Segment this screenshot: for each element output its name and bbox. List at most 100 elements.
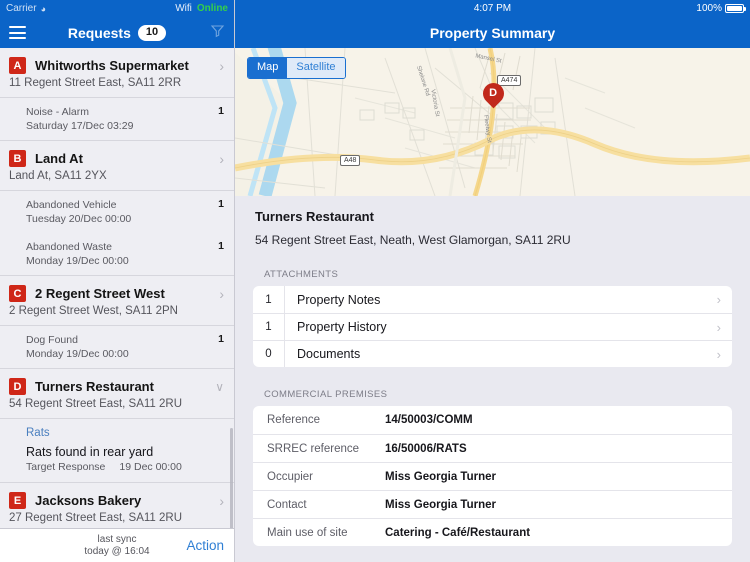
chevron-right-icon[interactable]: ›	[219, 286, 226, 302]
table-row: Occupier Miss Georgia Turner	[253, 462, 732, 490]
wifi-label: Wifi	[175, 3, 192, 14]
marker-letter-badge: E	[9, 492, 26, 509]
property-name: Turners Restaurant	[35, 379, 154, 394]
case-count: 1	[218, 198, 224, 210]
battery-percent: 100%	[696, 3, 722, 14]
clock: 4:07 PM	[473, 3, 512, 14]
list-scrollbar[interactable]	[230, 428, 233, 528]
wifi-icon: ◕	[40, 3, 46, 14]
property-address: 27 Regent Street East, SA11 2RU	[9, 512, 183, 524]
marker-letter-badge: C	[9, 285, 26, 302]
list-item[interactable]: A Whitworths Supermarket › 11 Regent Str…	[0, 48, 234, 140]
app-root: Carrier ◕ Wifi Online Requests 10 A Whit…	[0, 0, 750, 562]
marker-letter-badge: D	[9, 378, 26, 395]
field-key: Occupier	[267, 470, 314, 483]
table-row: Contact Miss Georgia Turner	[253, 490, 732, 518]
attachment-label: Property History	[297, 320, 387, 334]
property-name: Whitworths Supermarket	[35, 58, 189, 73]
chevron-right-icon[interactable]: ›	[219, 493, 226, 509]
property-header[interactable]: E Jacksons Bakery ›	[0, 483, 234, 511]
list-item-selected[interactable]: D Turners Restaurant ∨ 54 Regent Street …	[0, 369, 234, 482]
case-row[interactable]: Abandoned Waste Monday 19/Dec 00:00 1	[0, 233, 234, 275]
case-type: Noise - Alarm	[26, 106, 90, 118]
property-address: 11 Regent Street East, SA11 2RR	[9, 77, 182, 89]
attachment-row-property-history[interactable]: 1 Property History ›	[253, 313, 732, 340]
case-count: 1	[218, 240, 224, 252]
battery-indicator: 100%	[696, 3, 746, 14]
segment-map[interactable]: Map	[248, 58, 288, 78]
property-header[interactable]: A Whitworths Supermarket ›	[0, 48, 234, 76]
commercial-premises-section-label: COMMERCIAL PREMISES	[264, 389, 388, 400]
hamburger-icon[interactable]	[9, 26, 26, 39]
field-key: SRREC reference	[267, 442, 360, 455]
requests-sidebar: Carrier ◕ Wifi Online Requests 10 A Whit…	[0, 0, 235, 562]
case-category-link[interactable]: Rats	[0, 419, 234, 443]
attachments-card: 1 Property Notes › 1 Property History › …	[253, 286, 732, 367]
property-name: 2 Regent Street West	[35, 286, 165, 301]
property-address: 2 Regent Street West, SA11 2PN	[9, 305, 178, 317]
case-type: Abandoned Waste	[26, 241, 113, 253]
property-address: 54 Regent Street East, SA11 2RU	[9, 398, 183, 410]
map-type-segmented-control[interactable]: Map Satellite	[247, 57, 346, 79]
field-key: Reference	[267, 414, 321, 426]
field-value: 16/50006/RATS	[385, 442, 467, 455]
list-item[interactable]: E Jacksons Bakery › 27 Regent Street Eas…	[0, 483, 234, 528]
property-header[interactable]: D Turners Restaurant ∨	[0, 369, 234, 397]
connection-status: Online	[196, 3, 228, 14]
table-row: SRREC reference 16/50006/RATS	[253, 434, 732, 462]
list-item[interactable]: B Land At › Land At, SA11 2YX Abandoned …	[0, 141, 234, 275]
field-value: Miss Georgia Turner	[385, 470, 496, 483]
sidebar-title-group: Requests 10	[0, 24, 234, 41]
segment-satellite[interactable]: Satellite	[287, 58, 345, 78]
property-header[interactable]: C 2 Regent Street West ›	[0, 276, 234, 304]
requests-count-badge: 10	[137, 24, 167, 41]
case-count: 1	[218, 105, 224, 117]
attachment-count: 0	[265, 348, 272, 360]
page-title: Property Summary	[429, 24, 556, 41]
case-date: Saturday 17/Dec 03:29	[26, 120, 134, 132]
chevron-down-icon[interactable]: ∨	[215, 380, 226, 394]
list-item[interactable]: C 2 Regent Street West › 2 Regent Street…	[0, 276, 234, 368]
map-marker-letter: D	[489, 87, 498, 100]
field-value: 14/50003/COMM	[385, 414, 473, 426]
road-shield-a48: A48	[340, 155, 361, 166]
case-type: Abandoned Vehicle	[26, 199, 117, 211]
table-row: Reference 14/50003/COMM	[253, 406, 732, 434]
case-target-response: Target Response 19 Dec 00:00	[0, 460, 234, 482]
case-row[interactable]: Dog Found Monday 19/Dec 00:00 1	[0, 326, 234, 368]
chevron-right-icon[interactable]: ›	[717, 292, 732, 307]
case-date: Monday 19/Dec 00:00	[26, 255, 129, 267]
property-header[interactable]: B Land At ›	[0, 141, 234, 169]
attachment-label: Property Notes	[297, 292, 381, 307]
chevron-right-icon[interactable]: ›	[219, 58, 226, 74]
case-row[interactable]: Noise - Alarm Saturday 17/Dec 03:29 1	[0, 98, 234, 140]
marker-letter-badge: B	[9, 150, 26, 167]
sidebar-title: Requests	[67, 24, 131, 41]
table-row: Main use of site Catering - Café/Restaur…	[253, 518, 732, 546]
property-address: Land At, SA11 2YX	[9, 170, 107, 182]
status-bar-right: 4:07 PM 100%	[235, 0, 750, 17]
field-value: Miss Georgia Turner	[385, 498, 496, 511]
attachment-count: 1	[265, 293, 272, 306]
target-response-date: 19 Dec 00:00	[119, 461, 182, 473]
detail-property-address: 54 Regent Street East, Neath, West Glamo…	[255, 233, 571, 247]
chevron-right-icon[interactable]: ›	[219, 151, 226, 167]
chevron-right-icon[interactable]: ›	[717, 347, 732, 362]
carrier-label: Carrier	[6, 3, 37, 14]
sidebar-navbar: Requests 10	[0, 17, 234, 48]
funnel-icon[interactable]	[210, 23, 225, 43]
field-key: Main use of site	[267, 526, 348, 539]
attachments-section-label: ATTACHMENTS	[264, 269, 339, 280]
field-key: Contact	[267, 498, 307, 511]
attachment-row-property-notes[interactable]: 1 Property Notes ›	[253, 286, 732, 313]
chevron-right-icon[interactable]: ›	[717, 320, 732, 335]
attachment-row-documents[interactable]: 0 Documents ›	[253, 340, 732, 367]
field-value: Catering - Café/Restaurant	[385, 526, 531, 539]
action-button[interactable]: Action	[186, 538, 224, 553]
property-map[interactable]: A474 A48 Mansel St Shelone Rd Victoria S…	[235, 48, 750, 196]
case-row[interactable]: Abandoned Vehicle Tuesday 20/Dec 00:00 1	[0, 191, 234, 233]
requests-list[interactable]: A Whitworths Supermarket › 11 Regent Str…	[0, 48, 234, 528]
case-type: Dog Found	[26, 334, 78, 346]
property-detail: Turners Restaurant 54 Regent Street East…	[235, 196, 750, 562]
main-navbar: Property Summary	[235, 17, 750, 48]
